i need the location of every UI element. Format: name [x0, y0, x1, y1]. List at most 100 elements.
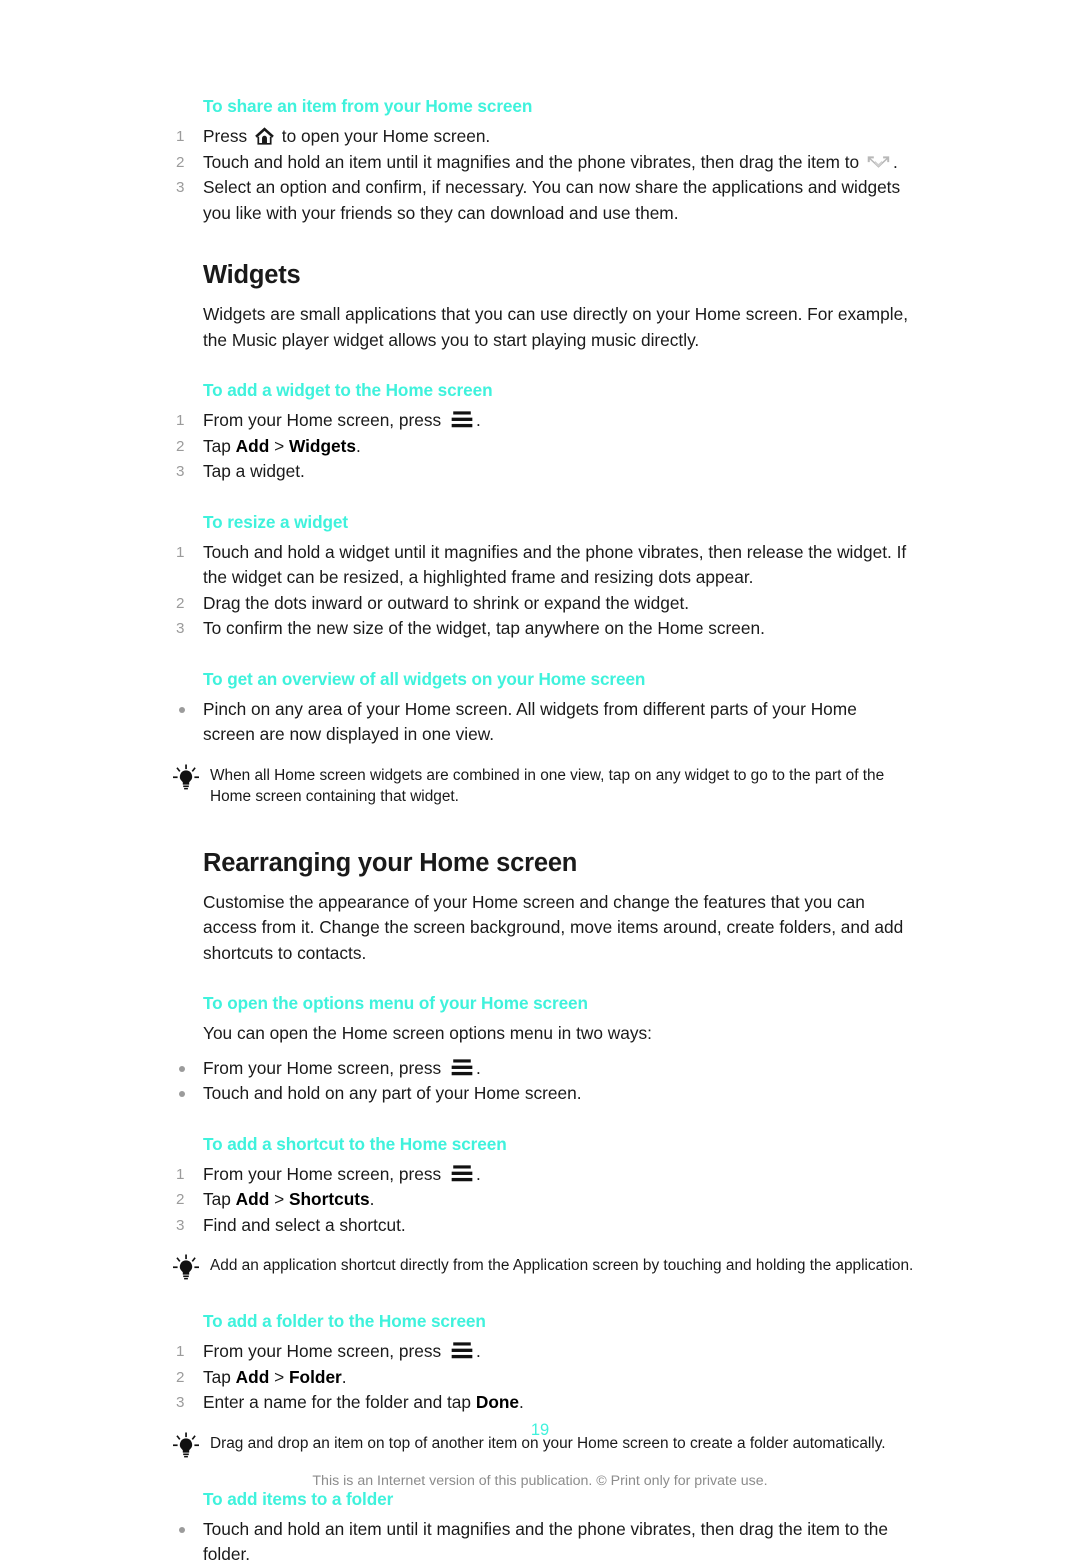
list-item: 2 Tap Add > Widgets. [172, 434, 910, 460]
list-item: 1 From your Home screen, press . [172, 408, 910, 434]
step-text-part: . [369, 1189, 375, 1209]
list-item: 3 Find and select a shortcut. [172, 1213, 910, 1239]
list-item: 1 Touch and hold a widget until it magni… [172, 540, 910, 591]
ui-term-shortcuts: Shortcuts [288, 1189, 370, 1209]
step-text-before: Touch and hold an item until it magnifie… [203, 151, 864, 172]
list-item: 2 Tap Add > Folder. [172, 1365, 910, 1391]
heading-options-menu: To open the options menu of your Home sc… [203, 993, 588, 1013]
menu-icon [450, 1341, 474, 1360]
menu-icon [450, 410, 474, 429]
step-number: 1 [176, 1165, 185, 1183]
share-icon [866, 152, 891, 168]
step-number: 3 [176, 463, 185, 480]
step-text-part: > [269, 1366, 289, 1387]
step-text-before: From your Home screen, press [203, 1163, 446, 1184]
steps-add-shortcut: 1 From your Home screen, press . 2 Tap A… [172, 1162, 912, 1239]
step-text-part: . [519, 1392, 524, 1412]
bullet-text: Touch and hold on any part of your Home … [203, 1083, 582, 1103]
menu-icon [450, 1164, 474, 1183]
list-item: Touch and hold on any part of your Home … [172, 1081, 910, 1107]
step-number: 1 [176, 543, 185, 561]
step-text-part: > [269, 435, 289, 456]
bullet-text-after: . [475, 1057, 481, 1078]
heading-overview-widgets: To get an overview of all widgets on you… [203, 668, 646, 689]
list-item: 2 Tap Add > Shortcuts. [172, 1187, 910, 1213]
bullets-overview-widgets: Pinch on any area of your Home screen. A… [172, 697, 912, 748]
page-number: 19 [530, 1421, 550, 1439]
list-item: 2 Drag the dots inward or outward to shr… [172, 591, 910, 617]
paragraph-widgets-intro: Widgets are small applications that you … [203, 304, 909, 350]
list-item: 1 Press to open your Home screen. [172, 124, 910, 150]
step-number: 3 [176, 620, 185, 637]
steps-share-item: 1 Press to open your Home screen. 2 Touc… [172, 124, 912, 226]
bullets-options-menu: From your Home screen, press . Touch and… [172, 1056, 912, 1107]
step-number: 1 [176, 128, 185, 145]
bullet-icon [179, 706, 185, 713]
ui-term-done: Done [475, 1392, 520, 1412]
bullets-add-items-folder: Touch and hold an item until it magnifie… [172, 1517, 912, 1568]
step-text-before: Press [203, 126, 252, 146]
list-item: Touch and hold an item until it magnifie… [172, 1517, 910, 1568]
bullet-text-before: From your Home screen, press [203, 1057, 446, 1078]
step-number: 2 [176, 437, 185, 455]
step-number: 1 [176, 412, 185, 429]
list-item: From your Home screen, press . [172, 1056, 910, 1082]
heading-resize-widget: To resize a widget [203, 511, 348, 532]
list-item: 1 From your Home screen, press . [172, 1339, 910, 1365]
heading-rearranging: Rearranging your Home screen [203, 848, 578, 877]
step-text-after: . [475, 1341, 481, 1361]
steps-add-widget: 1 From your Home screen, press . 2 Tap A… [172, 408, 912, 485]
step-text-part: Tap [203, 1189, 236, 1209]
step-text-before: From your Home screen, press [203, 1341, 446, 1361]
step-text: Touch and hold a widget until it magnifi… [203, 541, 907, 588]
tip-text: Add an application shortcut directly fro… [210, 1257, 914, 1274]
lightbulb-icon [172, 764, 200, 790]
step-text-part: . [341, 1366, 347, 1387]
step-text: Drag the dots inward or outward to shrin… [203, 592, 690, 613]
page-content: To share an item from your Home screen 1… [172, 96, 913, 1568]
list-item: 3 Tap a widget. [172, 459, 910, 485]
bullet-text: Touch and hold an item until it magnifie… [203, 1518, 888, 1565]
paragraph-rearranging-intro: Customise the appearance of your Home sc… [203, 891, 904, 963]
step-number: 1 [176, 1343, 185, 1360]
heading-add-shortcut: To add a shortcut to the Home screen [203, 1133, 507, 1154]
step-number: 3 [176, 1394, 185, 1411]
menu-icon [450, 1058, 474, 1077]
step-text-after: . [475, 1163, 481, 1184]
tip-text: When all Home screen widgets are combine… [210, 766, 885, 805]
heading-widgets: Widgets [203, 261, 301, 289]
bullet-text: Pinch on any area of your Home screen. A… [203, 698, 857, 745]
step-number: 2 [176, 594, 185, 612]
ui-term-folder: Folder [288, 1366, 342, 1387]
paragraph-options-menu-lead: You can open the Home screen options men… [203, 1023, 652, 1043]
ui-term-add: Add [235, 435, 270, 456]
footer-note: This is an Internet version of this publ… [312, 1473, 768, 1489]
bullet-icon [179, 1526, 185, 1533]
step-text: To confirm the new size of the widget, t… [203, 618, 765, 638]
bullet-icon [179, 1091, 185, 1097]
step-text-after: . [892, 151, 898, 172]
list-item: 3 Enter a name for the folder and tap Do… [172, 1390, 910, 1416]
step-number: 2 [176, 153, 185, 171]
step-text-part: . [356, 435, 361, 456]
list-item: 1 From your Home screen, press . [172, 1162, 910, 1188]
step-text: Find and select a shortcut. [203, 1214, 406, 1235]
step-text-after: . [475, 410, 481, 430]
step-text-part: Enter a name for the folder and tap [203, 1392, 476, 1412]
step-number: 2 [176, 1368, 185, 1386]
home-icon [254, 126, 275, 146]
heading-add-folder: To add a folder to the Home screen [203, 1311, 486, 1331]
steps-add-folder: 1 From your Home screen, press . 2 Tap A… [172, 1339, 912, 1416]
bullet-icon [179, 1065, 185, 1072]
ui-term-add: Add [235, 1366, 270, 1387]
heading-add-items-folder: To add items to a folder [203, 1488, 394, 1509]
step-number: 3 [176, 1216, 185, 1234]
list-item: 3 Select an option and confirm, if neces… [172, 175, 910, 226]
step-text-part: > [269, 1189, 289, 1209]
lightbulb-icon [172, 1254, 200, 1280]
ui-term-add: Add [235, 1189, 270, 1209]
tip-overview-widgets: When all Home screen widgets are combine… [172, 764, 929, 807]
document-page: To share an item from your Home screen 1… [0, 0, 1080, 1564]
tip-add-shortcut: Add an application shortcut directly fro… [172, 1254, 929, 1280]
ui-term-widgets: Widgets [288, 435, 357, 456]
